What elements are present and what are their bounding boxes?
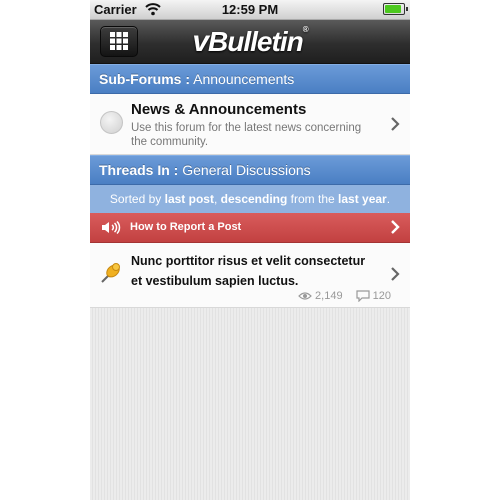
forum-description: Use this forum for the latest news conce…: [131, 122, 362, 148]
status-bar: Carrier 12:59 PM: [90, 0, 410, 20]
clock: 12:59 PM: [221, 2, 279, 17]
threads-header-value: General Discussions: [182, 162, 311, 178]
battery-icon: [383, 3, 408, 15]
sort-text: from the: [287, 192, 339, 206]
threads-header: Threads In : General Discussions: [90, 155, 410, 185]
sort-order: descending: [220, 192, 288, 206]
speaker-icon: [102, 221, 121, 234]
subforums-header-value: Announcements: [193, 71, 295, 87]
chevron-right-icon: [391, 267, 400, 281]
threads-header-label: Threads In :: [99, 162, 179, 178]
navbar: vBulletin®: [90, 20, 410, 64]
replies-count: 120: [372, 290, 391, 302]
sort-range: last year: [338, 192, 387, 206]
sort-text: .: [386, 192, 391, 206]
chevron-right-icon: [391, 220, 400, 234]
phone-screen: Carrier 12:59 PM vBulletin® Sub-Forums :…: [90, 0, 410, 500]
thread-item[interactable]: Nunc porttitor risus et velit consectetu…: [90, 243, 410, 308]
forum-item[interactable]: News & Announcements Use this forum for …: [90, 94, 410, 155]
subforums-header-label: Sub-Forums :: [99, 71, 190, 87]
sort-text: Sorted by: [109, 192, 165, 206]
notice-item[interactable]: How to Report a Post: [90, 213, 410, 243]
subforums-header: Sub-Forums : Announcements: [90, 64, 410, 94]
pin-icon: [101, 263, 120, 283]
sort-info-bar[interactable]: Sorted by last post, descending from the…: [90, 185, 410, 213]
sort-field: last post: [164, 192, 214, 206]
thread-title: Nunc porttitor risus et velit consectetu…: [131, 254, 366, 288]
chevron-right-icon: [391, 117, 400, 131]
thread-stats: 2,149 120: [298, 290, 391, 303]
comment-icon: [356, 290, 370, 303]
forum-title: News & Announcements: [131, 101, 307, 118]
eye-icon: [298, 292, 312, 300]
forum-status-icon: [100, 111, 123, 134]
views-count: 2,149: [315, 290, 343, 302]
sort-text: ,: [213, 192, 221, 206]
notice-label: How to Report a Post: [130, 221, 242, 233]
vbulletin-logo: vBulletin®: [192, 25, 308, 58]
